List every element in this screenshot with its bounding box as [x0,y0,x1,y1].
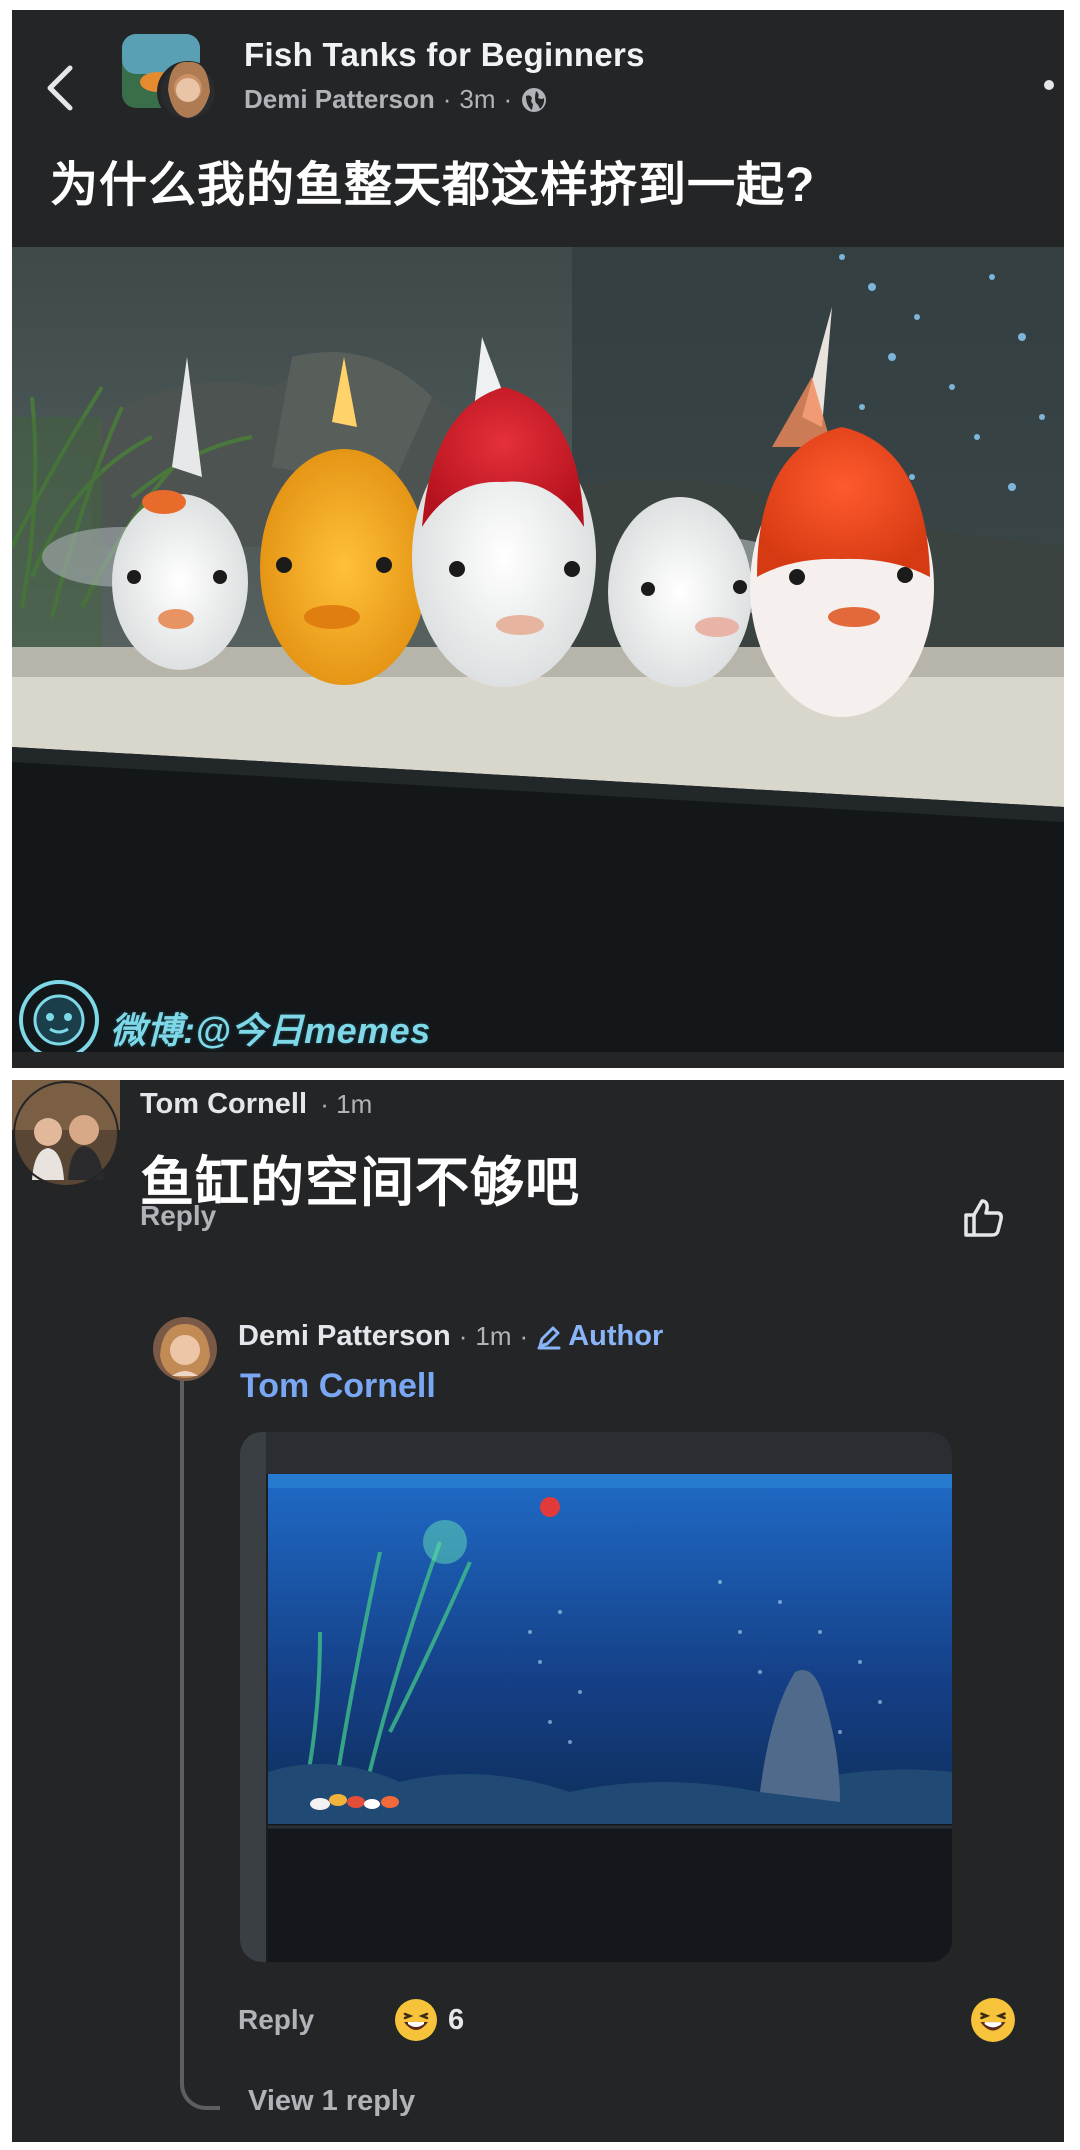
back-arrow-icon[interactable] [40,58,80,118]
like-icon[interactable] [960,1195,1006,1241]
watermark-logo-icon [19,980,99,1052]
author-badge-label: Author [568,1320,664,1352]
reply-header: Demi Patterson · 1m · Author [238,1320,663,1353]
view-replies-link[interactable]: View 1 reply [248,2085,415,2118]
comments-panel: Tom Cornell · 1m 鱼缸的空间不够吧 Reply Demi Pat… [12,1080,1064,2142]
post-meta: Demi Patterson · 3m · [244,84,548,115]
fish-white-2 [608,497,752,687]
reply-time[interactable]: 1m [475,1321,511,1352]
tank-photo [240,1432,952,1962]
comment-reply-button[interactable]: Reply [140,1200,216,1232]
thread-line [180,1380,184,2086]
reaction-summary[interactable]: 6 [394,1998,464,2042]
reply-reply-button[interactable]: Reply [238,2004,314,2036]
group-avatar[interactable] [118,30,226,124]
post-time[interactable]: 3m [459,84,495,115]
comment-time-value: 1m [336,1089,373,1119]
reply-image-tank[interactable] [240,1432,952,1962]
fish-photo [12,247,1064,1052]
group-title[interactable]: Fish Tanks for Beginners [244,36,645,74]
post-author[interactable]: Demi Patterson [244,84,435,115]
more-dot-icon[interactable] [1044,80,1054,90]
commenter-name[interactable]: Tom Cornell · 1m [140,1088,372,1121]
comment-time: · 1m [313,1089,373,1119]
post-panel: Fish Tanks for Beginners Demi Patterson … [12,10,1064,1068]
reaction-count: 6 [448,2003,465,2036]
laugh-emoji-icon[interactable] [970,1997,1016,2043]
reply-author-avatar[interactable] [152,1316,218,1382]
thread-curve [180,2070,220,2110]
globe-icon [522,87,547,112]
laugh-emoji-icon [395,1999,437,2041]
meta-separator: · [519,1321,529,1351]
meta-separator: · [503,84,513,114]
image-watermark: 微博:@今日memes [110,1010,431,1051]
reply-author-name[interactable]: Demi Patterson [238,1320,451,1353]
meta-separator: · [458,1321,468,1351]
author-badge: Author [536,1320,663,1353]
post-text: 为什么我的鱼整天都这样挤到一起? [50,159,816,212]
post-image-fish-tank[interactable]: 微博:@今日memes [12,247,1064,1052]
commenter-name-text[interactable]: Tom Cornell [140,1088,307,1120]
mention-link[interactable]: Tom Cornell [240,1367,436,1406]
meta-separator: · [442,84,452,114]
pencil-icon [537,1326,561,1349]
commenter-avatar[interactable] [12,1080,120,1188]
